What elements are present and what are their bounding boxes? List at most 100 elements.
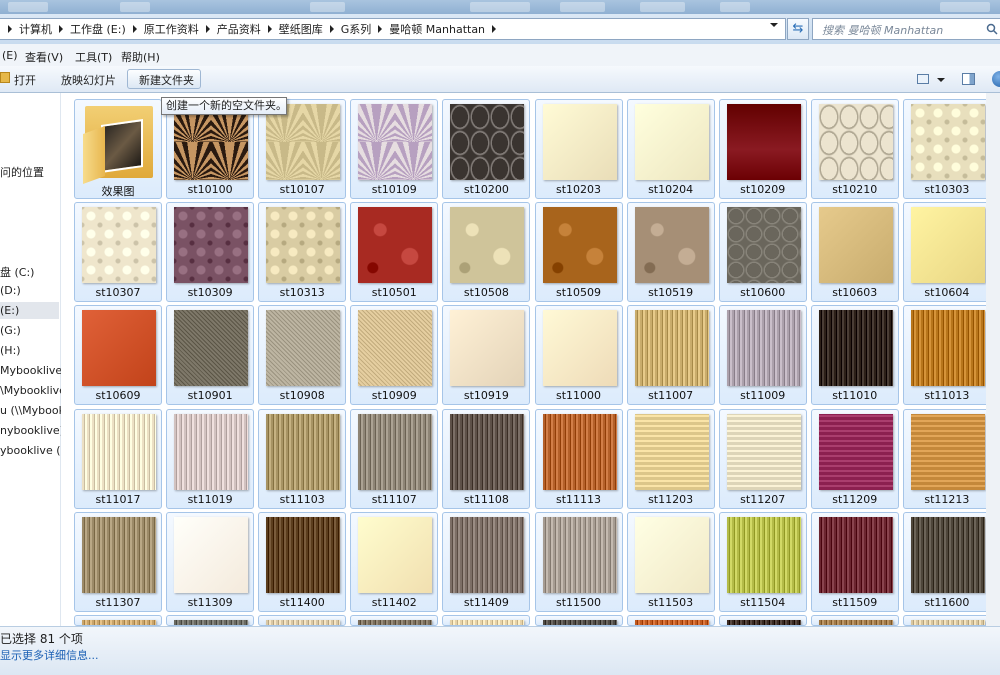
- file-item[interactable]: [166, 615, 255, 626]
- nav-network-3[interactable]: u (\\Mybook: [0, 404, 65, 417]
- file-item[interactable]: st10909: [350, 305, 439, 406]
- file-item[interactable]: st10603: [810, 202, 899, 303]
- address-history-dropdown-icon[interactable]: [770, 23, 778, 27]
- chevron-right-icon[interactable]: [329, 25, 334, 33]
- file-item[interactable]: st10307: [74, 202, 162, 303]
- refresh-button[interactable]: ⇆: [787, 18, 809, 40]
- file-item[interactable]: st11107: [350, 408, 439, 509]
- file-item[interactable]: st10501: [350, 202, 439, 303]
- breadcrumb-item[interactable]: 曼哈顿 Manhattan: [372, 21, 486, 37]
- change-view-icon[interactable]: [917, 74, 929, 84]
- preview-pane-icon[interactable]: [962, 73, 975, 85]
- search-placeholder: 搜索 曼哈顿 Manhattan: [822, 24, 944, 37]
- file-item[interactable]: st11503: [626, 511, 715, 612]
- file-item[interactable]: st10200: [442, 99, 531, 199]
- file-item[interactable]: st11500: [534, 511, 623, 612]
- menu-view[interactable]: 查看(V): [25, 49, 63, 65]
- file-item[interactable]: [350, 615, 439, 626]
- file-item[interactable]: st10604: [902, 202, 991, 303]
- file-item[interactable]: st11010: [810, 305, 899, 406]
- file-item[interactable]: st10209: [718, 99, 807, 199]
- file-item[interactable]: st10309: [166, 202, 255, 303]
- file-item[interactable]: st11309: [166, 511, 255, 612]
- nav-drive-h[interactable]: (H:): [0, 344, 21, 357]
- file-item[interactable]: st11213: [902, 408, 991, 509]
- file-item[interactable]: st11113: [534, 408, 623, 509]
- file-item[interactable]: [810, 615, 899, 626]
- file-item[interactable]: st11402: [350, 511, 439, 612]
- file-item[interactable]: st10204: [626, 99, 715, 199]
- details-pane: [0, 626, 1000, 675]
- search-icon[interactable]: [986, 23, 998, 35]
- file-item[interactable]: st11600: [902, 511, 991, 612]
- file-item[interactable]: st11000: [534, 305, 623, 406]
- chevron-right-icon[interactable]: [59, 25, 63, 33]
- breadcrumb-item[interactable]: 产品资料: [200, 21, 262, 37]
- view-options-dropdown-icon[interactable]: [937, 78, 945, 82]
- breadcrumb-item[interactable]: 壁纸图库: [262, 21, 324, 37]
- file-item[interactable]: st11209: [810, 408, 899, 509]
- file-item[interactable]: [74, 615, 162, 626]
- file-item[interactable]: st10203: [534, 99, 623, 199]
- file-item[interactable]: [626, 615, 715, 626]
- menu-edit[interactable]: (E): [2, 49, 18, 62]
- file-item[interactable]: st10509: [534, 202, 623, 303]
- chevron-right-icon[interactable]: [132, 25, 137, 33]
- file-item[interactable]: [258, 615, 347, 626]
- file-item[interactable]: st10303: [902, 99, 991, 199]
- nav-drive-c[interactable]: 盘 (C:): [0, 264, 34, 280]
- breadcrumb-item[interactable]: 工作盘 (E:): [53, 21, 127, 37]
- file-item[interactable]: st10919: [442, 305, 531, 406]
- file-item[interactable]: st11509: [810, 511, 899, 612]
- chevron-right-icon[interactable]: [205, 25, 210, 33]
- file-item[interactable]: st11504: [718, 511, 807, 612]
- file-item[interactable]: st11007: [626, 305, 715, 406]
- file-item[interactable]: st10508: [442, 202, 531, 303]
- chevron-right-icon[interactable]: [378, 25, 383, 33]
- file-item[interactable]: [442, 615, 531, 626]
- nav-drive-d[interactable]: (D:): [0, 284, 21, 297]
- menu-tools[interactable]: 工具(T): [75, 49, 112, 65]
- file-item[interactable]: [718, 615, 807, 626]
- file-item[interactable]: st10908: [258, 305, 347, 406]
- file-item[interactable]: st11019: [166, 408, 255, 509]
- file-item[interactable]: st11207: [718, 408, 807, 509]
- file-item[interactable]: [534, 615, 623, 626]
- nav-drive-g[interactable]: (G:): [0, 324, 21, 337]
- menu-help[interactable]: 帮助(H): [121, 49, 160, 65]
- file-item[interactable]: st10313: [258, 202, 347, 303]
- file-item[interactable]: st11409: [442, 511, 531, 612]
- nav-network-1[interactable]: Mybooklive): [0, 364, 67, 377]
- open-button[interactable]: 打开: [14, 72, 36, 88]
- file-item[interactable]: st11017: [74, 408, 162, 509]
- chevron-right-icon[interactable]: [8, 25, 12, 33]
- file-item[interactable]: st10519: [626, 202, 715, 303]
- nav-network-4[interactable]: nybooklive): [0, 424, 64, 437]
- chevron-right-icon[interactable]: [492, 25, 497, 33]
- show-more-details-link[interactable]: 显示更多详细信息...: [0, 647, 99, 663]
- file-item[interactable]: st10901: [166, 305, 255, 406]
- nav-network-2[interactable]: \Mybooklive: [0, 384, 66, 397]
- nav-network-5[interactable]: ybooklive (M: [0, 444, 70, 457]
- file-item[interactable]: st11103: [258, 408, 347, 509]
- file-item[interactable]: st11203: [626, 408, 715, 509]
- file-item[interactable]: st11013: [902, 305, 991, 406]
- file-item[interactable]: st11307: [74, 511, 162, 612]
- breadcrumb-item[interactable]: 计算机: [2, 21, 53, 37]
- breadcrumb-item[interactable]: 原工作资料: [127, 21, 200, 37]
- file-item[interactable]: st11009: [718, 305, 807, 406]
- vertical-scrollbar[interactable]: [986, 93, 1000, 626]
- folder-item[interactable]: 效果图: [74, 99, 162, 199]
- file-item[interactable]: st11108: [442, 408, 531, 509]
- file-item[interactable]: st10210: [810, 99, 899, 199]
- file-item[interactable]: st11400: [258, 511, 347, 612]
- breadcrumb-item[interactable]: G系列: [324, 21, 373, 37]
- nav-drive-e[interactable]: (E:): [0, 304, 19, 317]
- file-item[interactable]: st10600: [718, 202, 807, 303]
- file-item[interactable]: [902, 615, 991, 626]
- nav-recent-places[interactable]: 问的位置: [0, 164, 44, 180]
- file-item[interactable]: st10609: [74, 305, 162, 406]
- slideshow-button[interactable]: 放映幻灯片: [61, 72, 116, 88]
- chevron-right-icon[interactable]: [267, 25, 272, 33]
- file-item[interactable]: st10109: [350, 99, 439, 199]
